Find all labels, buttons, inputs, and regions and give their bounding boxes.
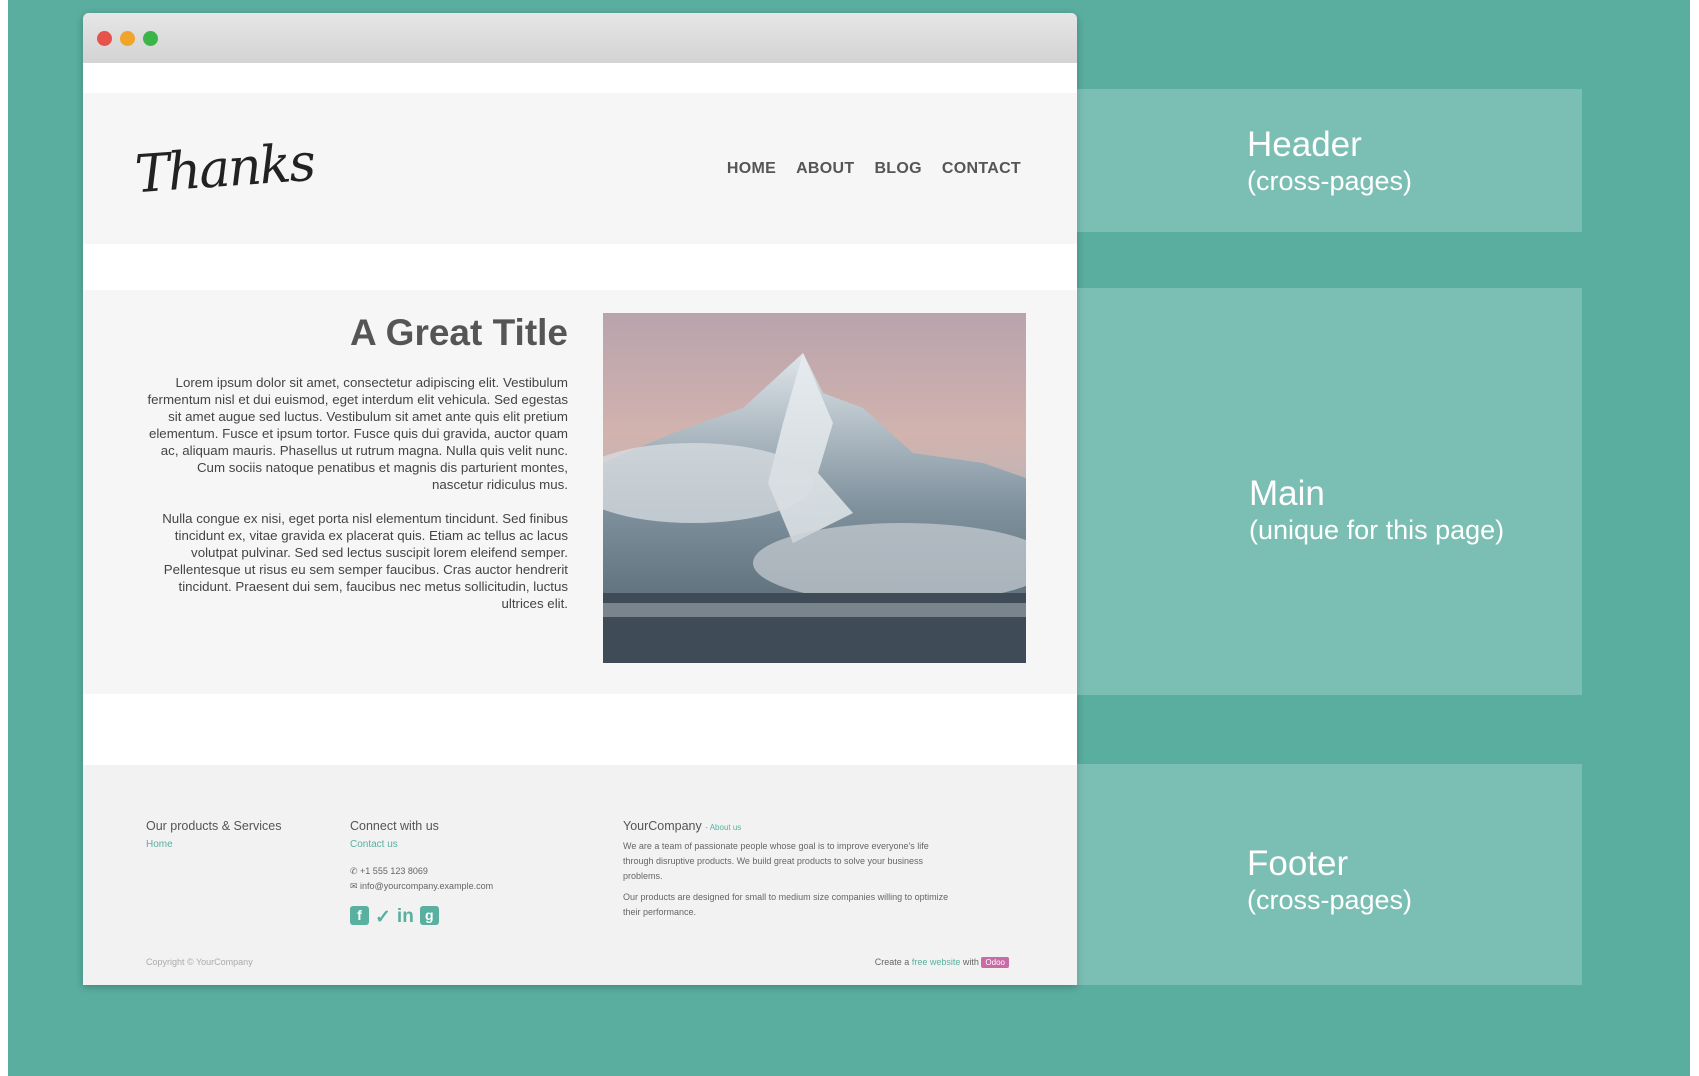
google-plus-icon[interactable]: g [419,906,439,925]
social-links: f ✓ in g [350,906,493,929]
linkedin-icon[interactable]: in [397,906,414,929]
credit-prefix: Create a [874,957,910,967]
about-us-link[interactable]: About us [710,823,742,832]
header-label-sub: (cross-pages) [1247,166,1413,196]
site-footer: Our products & Services Home Connect wit… [83,765,1077,985]
footer-home-link[interactable]: Home [146,839,281,850]
footer-column-products: Our products & Services Home [146,819,281,864]
footer-heading: YourCompany - About us [623,819,742,833]
mountain-illustration [603,313,1026,663]
footer-credit: Create a free website with Odoo [874,957,1009,968]
phone-text: +1 555 123 8069 [360,866,428,876]
footer-label-title: Footer [1247,844,1349,883]
browser-titlebar [83,13,1077,63]
footer-label-sub: (cross-pages) [1247,885,1413,915]
mountain-image [603,313,1026,663]
nav-home[interactable]: HOME [727,160,776,178]
footer-column-connect: Connect with us Contact us ✆ +1 555 123 … [350,819,493,929]
browser-window: Thanks HOME ABOUT BLOG CONTACT A Great T… [83,13,1077,985]
minimize-window-dot[interactable] [120,30,135,46]
page-background: Thanks HOME ABOUT BLOG CONTACT A Great T… [8,0,1690,1076]
nav-contact[interactable]: CONTACT [942,160,1021,178]
site-logo[interactable]: Thanks [133,132,316,204]
main-paragraph: Lorem ipsum dolor sit amet, consectetur … [147,375,568,492]
site-header: Thanks HOME ABOUT BLOG CONTACT [83,93,1077,244]
footer-contact-link[interactable]: Contact us [350,839,493,850]
footer-label-band: Footer (cross-pages) [1077,764,1582,985]
facebook-icon[interactable]: f [350,906,369,925]
company-name: YourCompany [623,819,702,833]
main-label-sub: (unique for this page) [1249,515,1505,545]
main-paragraph: Nulla congue ex nisi, eget porta nisl el… [162,511,568,611]
footer-heading: Our products & Services [146,819,282,833]
email-text[interactable]: info@yourcompany.example.com [360,881,493,891]
company-description-2: Our products are designed for small to m… [623,892,949,917]
twitter-icon[interactable]: ✓ [375,906,391,929]
nav-blog[interactable]: BLOG [874,160,921,178]
main-label-title: Main [1249,474,1325,513]
main-text-block: A Great Title Lorem ipsum dolor sit amet… [143,312,568,629]
phone-icon: ✆ [350,866,361,876]
footer-label: Footer (cross-pages) [1247,844,1412,916]
nav-about[interactable]: ABOUT [796,160,854,178]
credit-mid: with [962,957,979,967]
close-window-dot[interactable] [97,30,112,46]
main-label: Main (unique for this page) [1249,474,1504,546]
envelope-icon: ✉ [350,881,361,891]
header-label: Header (cross-pages) [1247,125,1412,197]
main-title: A Great Title [350,312,568,353]
main-label-band: Main (unique for this page) [1077,288,1582,695]
odoo-badge[interactable]: Odoo [981,957,1009,968]
header-label-band: Header (cross-pages) [1077,89,1582,232]
company-description: We are a team of passionate people whose… [623,841,929,881]
free-website-link[interactable]: free website [912,957,961,967]
maximize-window-dot[interactable] [143,30,158,46]
footer-email: ✉ info@yourcompany.example.com [350,879,493,894]
header-label-title: Header [1247,125,1362,164]
footer-heading: Connect with us [350,819,439,833]
site-main: A Great Title Lorem ipsum dolor sit amet… [83,290,1077,694]
main-nav: HOME ABOUT BLOG CONTACT [727,160,1021,178]
copyright-text: Copyright © YourCompany [146,957,253,967]
footer-phone: ✆ +1 555 123 8069 [350,864,493,879]
footer-column-company: YourCompany - About us We are a team of … [623,819,953,920]
